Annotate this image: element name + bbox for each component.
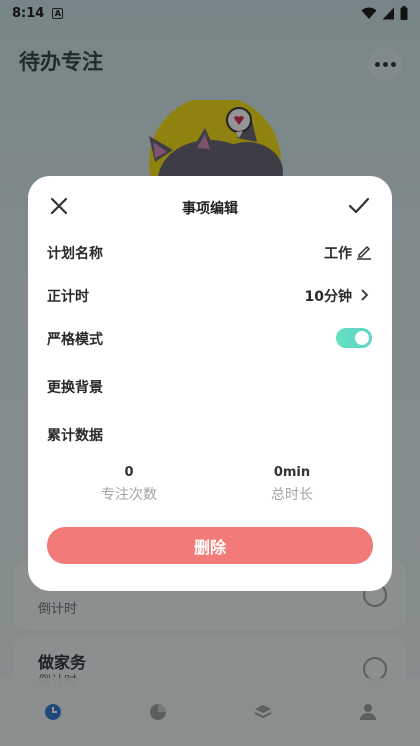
plan-name-row[interactable]: 计划名称 工作 <box>28 233 392 273</box>
chevron-right-icon <box>361 289 369 301</box>
check-icon[interactable] <box>348 196 370 216</box>
edit-pencil-icon[interactable] <box>356 244 372 260</box>
plan-name-label: 计划名称 <box>47 246 103 262</box>
plan-name-value: 工作 <box>324 246 352 262</box>
delete-button[interactable]: 删除 <box>47 527 373 564</box>
change-background-label: 更换背景 <box>47 380 103 396</box>
total-duration-value: 0min <box>273 465 311 480</box>
focus-count-caption: 专注次数 <box>101 487 157 503</box>
item-edit-dialog: 事项编辑 计划名称 工作 正计时 10分钟 严格模式 更换背景 累计数据 0 专… <box>28 176 392 591</box>
timing-mode-label: 正计时 <box>47 289 89 305</box>
toggle-knob <box>355 331 369 345</box>
dialog-title: 事项编辑 <box>182 201 238 217</box>
strict-mode-label: 严格模式 <box>47 332 103 348</box>
timing-row[interactable]: 正计时 10分钟 <box>28 276 392 316</box>
strict-mode-toggle[interactable] <box>336 328 372 348</box>
change-background-row[interactable]: 更换背景 <box>28 367 392 407</box>
cumulative-data-row: 累计数据 <box>28 415 392 455</box>
focus-count-value: 0 <box>124 465 134 480</box>
total-duration-caption: 总时长 <box>271 487 313 503</box>
cumulative-data-label: 累计数据 <box>47 428 103 444</box>
total-duration-stat: 0min 总时长 <box>232 465 352 504</box>
focus-count-stat: 0 专注次数 <box>69 465 189 504</box>
timing-duration-value: 10分钟 <box>304 289 352 305</box>
dialog-header: 事项编辑 <box>28 176 392 238</box>
